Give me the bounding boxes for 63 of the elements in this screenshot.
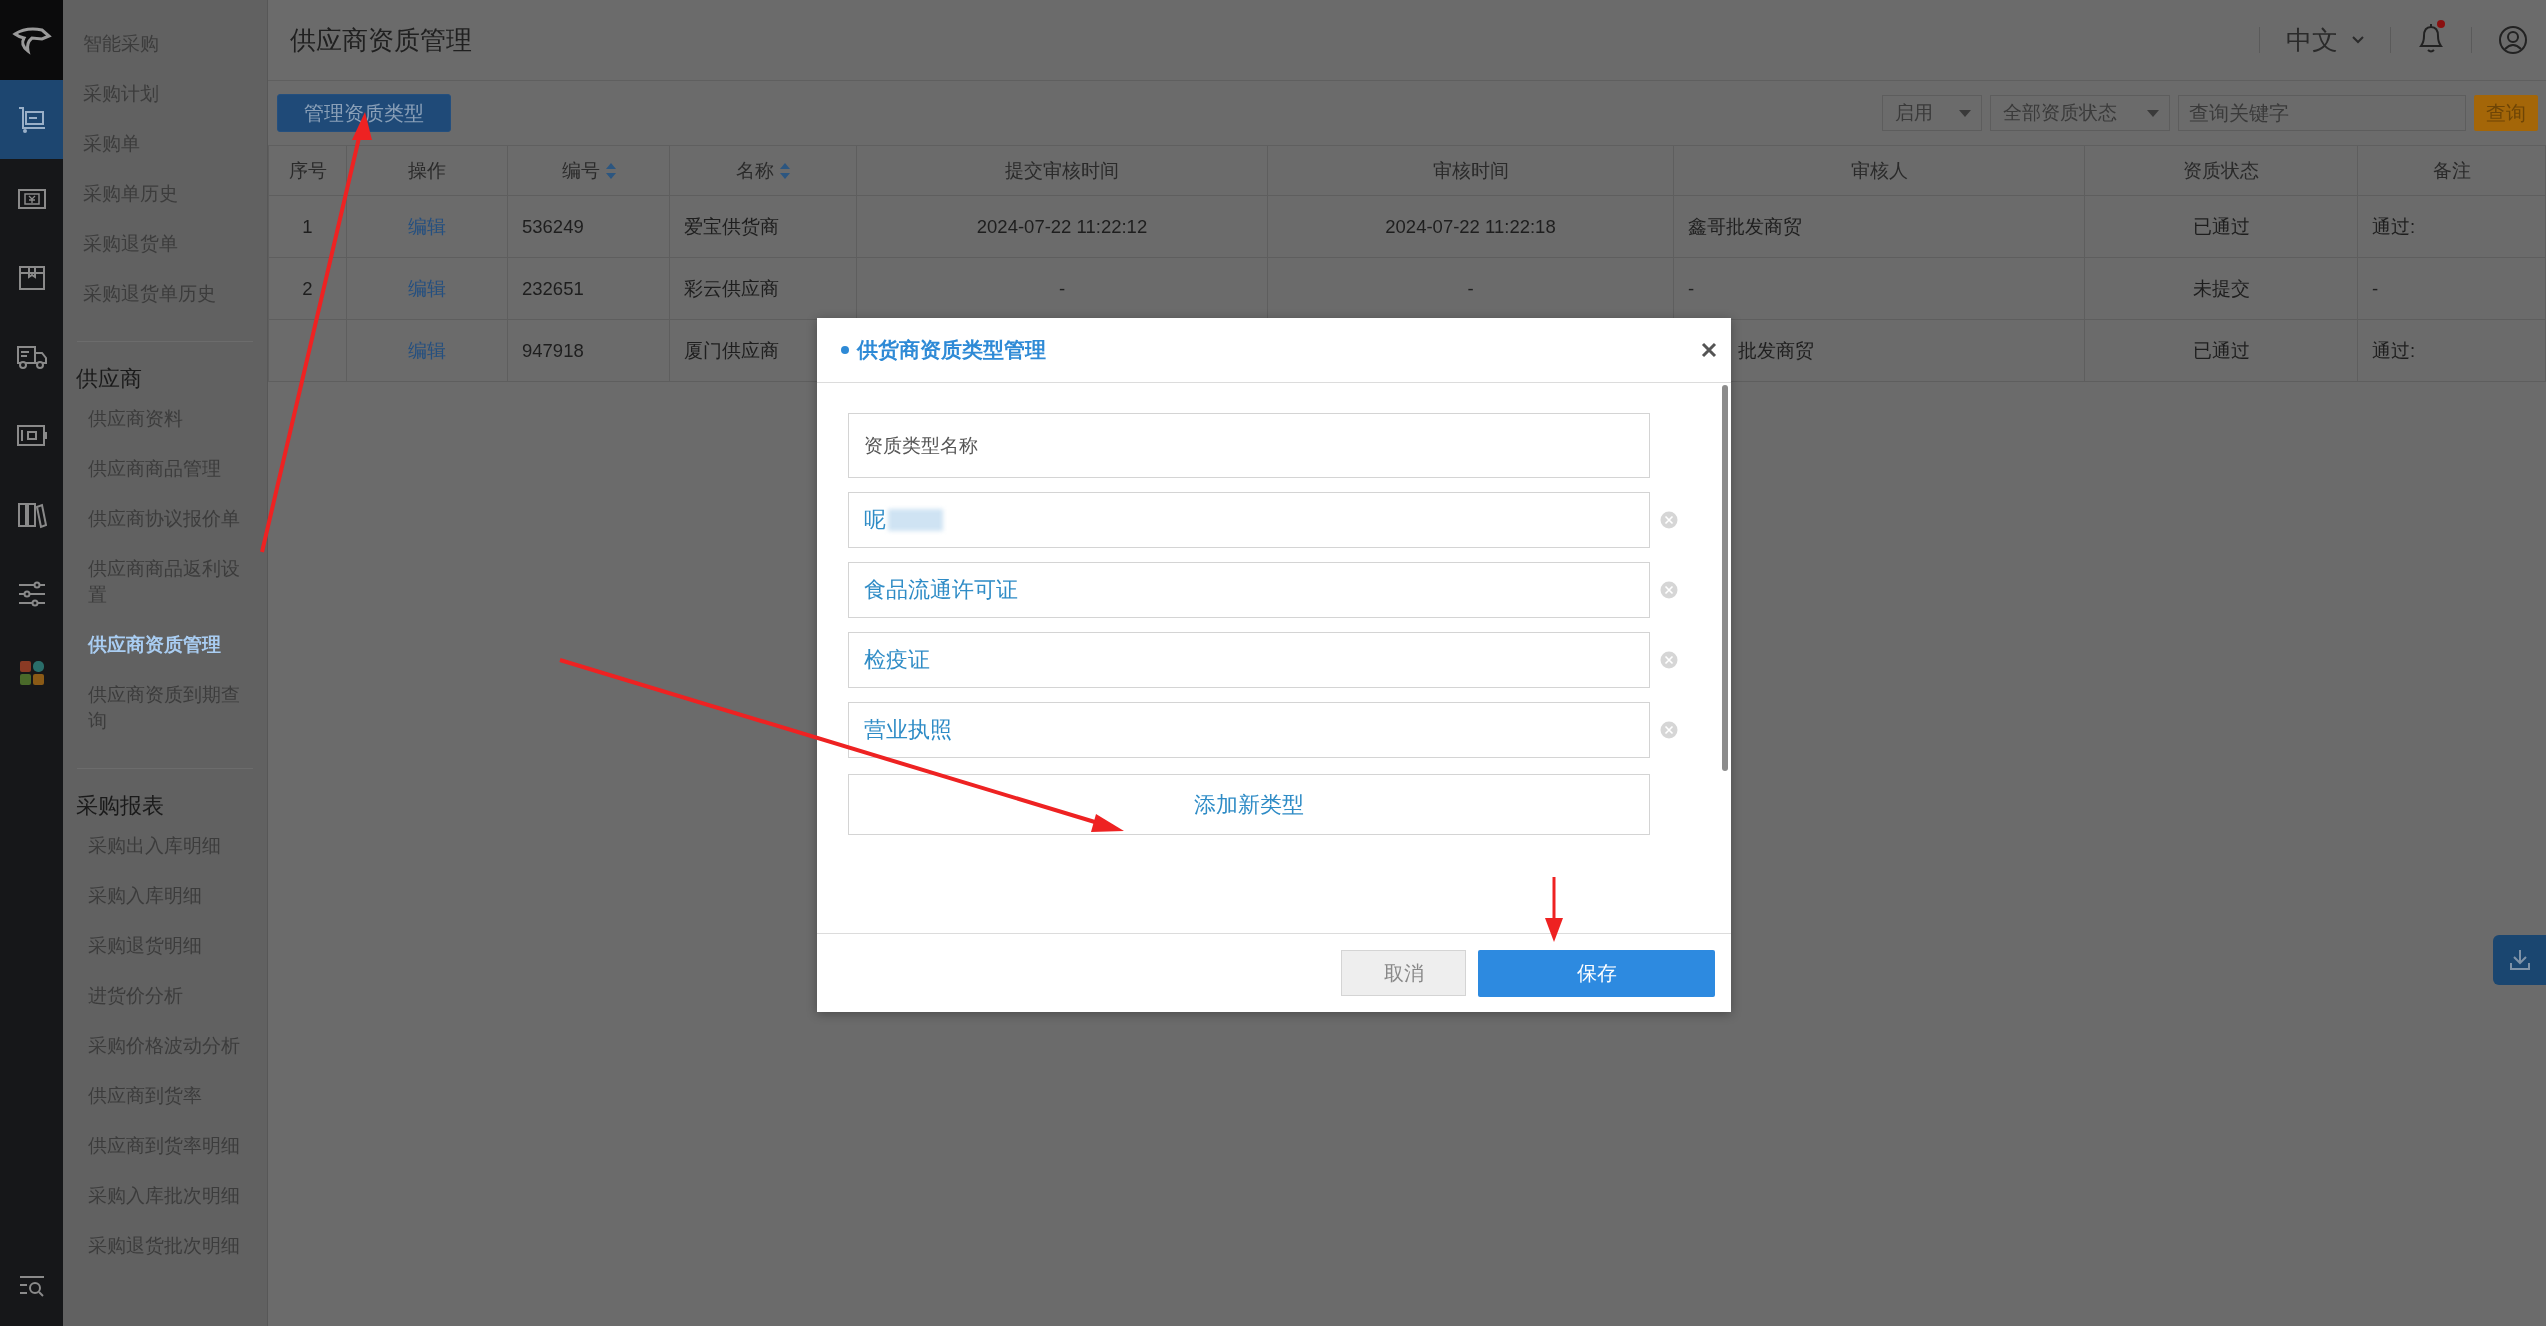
search-list-icon[interactable]: [17, 1274, 46, 1298]
table-cell: 232651: [507, 257, 670, 320]
caret-down-icon[interactable]: [1959, 109, 1971, 117]
table-cell: 2: [268, 257, 347, 320]
annotation-arrow: [1545, 877, 1563, 942]
edit-link[interactable]: 编辑: [408, 216, 446, 237]
column-header: 审核人: [1673, 146, 2085, 196]
blurred-text: [888, 509, 943, 531]
download-button[interactable]: [2493, 935, 2546, 985]
table-cell: 已通过: [2084, 195, 2358, 258]
table-cell: 爱宝供货商: [669, 195, 857, 258]
column-header[interactable]: 编号: [507, 146, 670, 196]
sidebar-heading: 采购报表: [76, 792, 165, 820]
table-cell: 536249: [507, 195, 670, 258]
column-header: 备注: [2357, 146, 2546, 196]
edit-link[interactable]: 编辑: [408, 340, 446, 361]
apps-icon[interactable]: [18, 659, 45, 686]
money-icon[interactable]: [16, 186, 47, 211]
input-field[interactable]: 呢: [848, 492, 1650, 548]
table-cell: -: [2357, 257, 2546, 320]
table-cell: 已通过: [2084, 319, 2358, 382]
download-icon[interactable]: [2508, 949, 2531, 971]
bullet-dot: [841, 346, 849, 354]
column-header: 提交审核时间: [856, 146, 1268, 196]
safe-icon[interactable]: [15, 422, 48, 449]
box-icon[interactable]: [17, 263, 46, 292]
table-cell: 2024-07-22 11:22:12: [856, 195, 1268, 258]
truck-icon[interactable]: [15, 343, 48, 370]
column-header: 操作: [346, 146, 508, 196]
user-icon[interactable]: [2498, 25, 2528, 55]
column-header: 审核时间: [1267, 146, 1674, 196]
cancel-button[interactable]: 取消: [1341, 950, 1466, 996]
edit-link[interactable]: 编辑: [408, 278, 446, 299]
books-icon[interactable]: [16, 500, 47, 529]
sidebar-heading: 供应商: [76, 365, 143, 393]
sliders-icon[interactable]: [16, 580, 47, 607]
caret-down-icon[interactable]: [2147, 109, 2159, 117]
table-cell: 947918: [507, 319, 670, 382]
manage-types-button[interactable]: 管理资质类型: [277, 94, 451, 132]
bell-icon[interactable]: [2417, 22, 2445, 54]
input-field[interactable]: 食品流通许可证: [848, 562, 1650, 618]
input-field[interactable]: 资质类型名称: [848, 413, 1650, 478]
table-cell: 未提交: [2084, 257, 2358, 320]
logo-icon: [11, 25, 52, 55]
column-header[interactable]: 名称: [669, 146, 857, 196]
table-cell: 鑫哥批发商贸: [1673, 195, 2085, 258]
table-cell: 2024-07-22 11:22:18: [1267, 195, 1674, 258]
column-header: 资质状态: [2084, 146, 2358, 196]
input-field[interactable]: 检疫证: [848, 632, 1650, 688]
chevron-down-icon[interactable]: [2352, 36, 2364, 44]
table-cell: 通过:: [2357, 195, 2546, 258]
save-button[interactable]: 保存: [1478, 949, 1715, 997]
cart-icon[interactable]: [16, 105, 47, 134]
add-type-button[interactable]: 添加新类型: [848, 774, 1650, 835]
dialog-title: 供货商资质类型管理: [857, 337, 1046, 363]
page-title: 供应商资质管理: [290, 23, 473, 57]
close-icon[interactable]: [1701, 342, 1717, 358]
table-cell: 1: [268, 195, 347, 258]
input-field[interactable]: 营业执照: [848, 702, 1650, 758]
table-cell: 通过:: [2357, 319, 2546, 382]
language-selector[interactable]: 中文: [2286, 22, 2364, 58]
column-header: 序号: [268, 146, 347, 196]
sidebar-item[interactable]: 供应商资质管理: [83, 632, 253, 682]
